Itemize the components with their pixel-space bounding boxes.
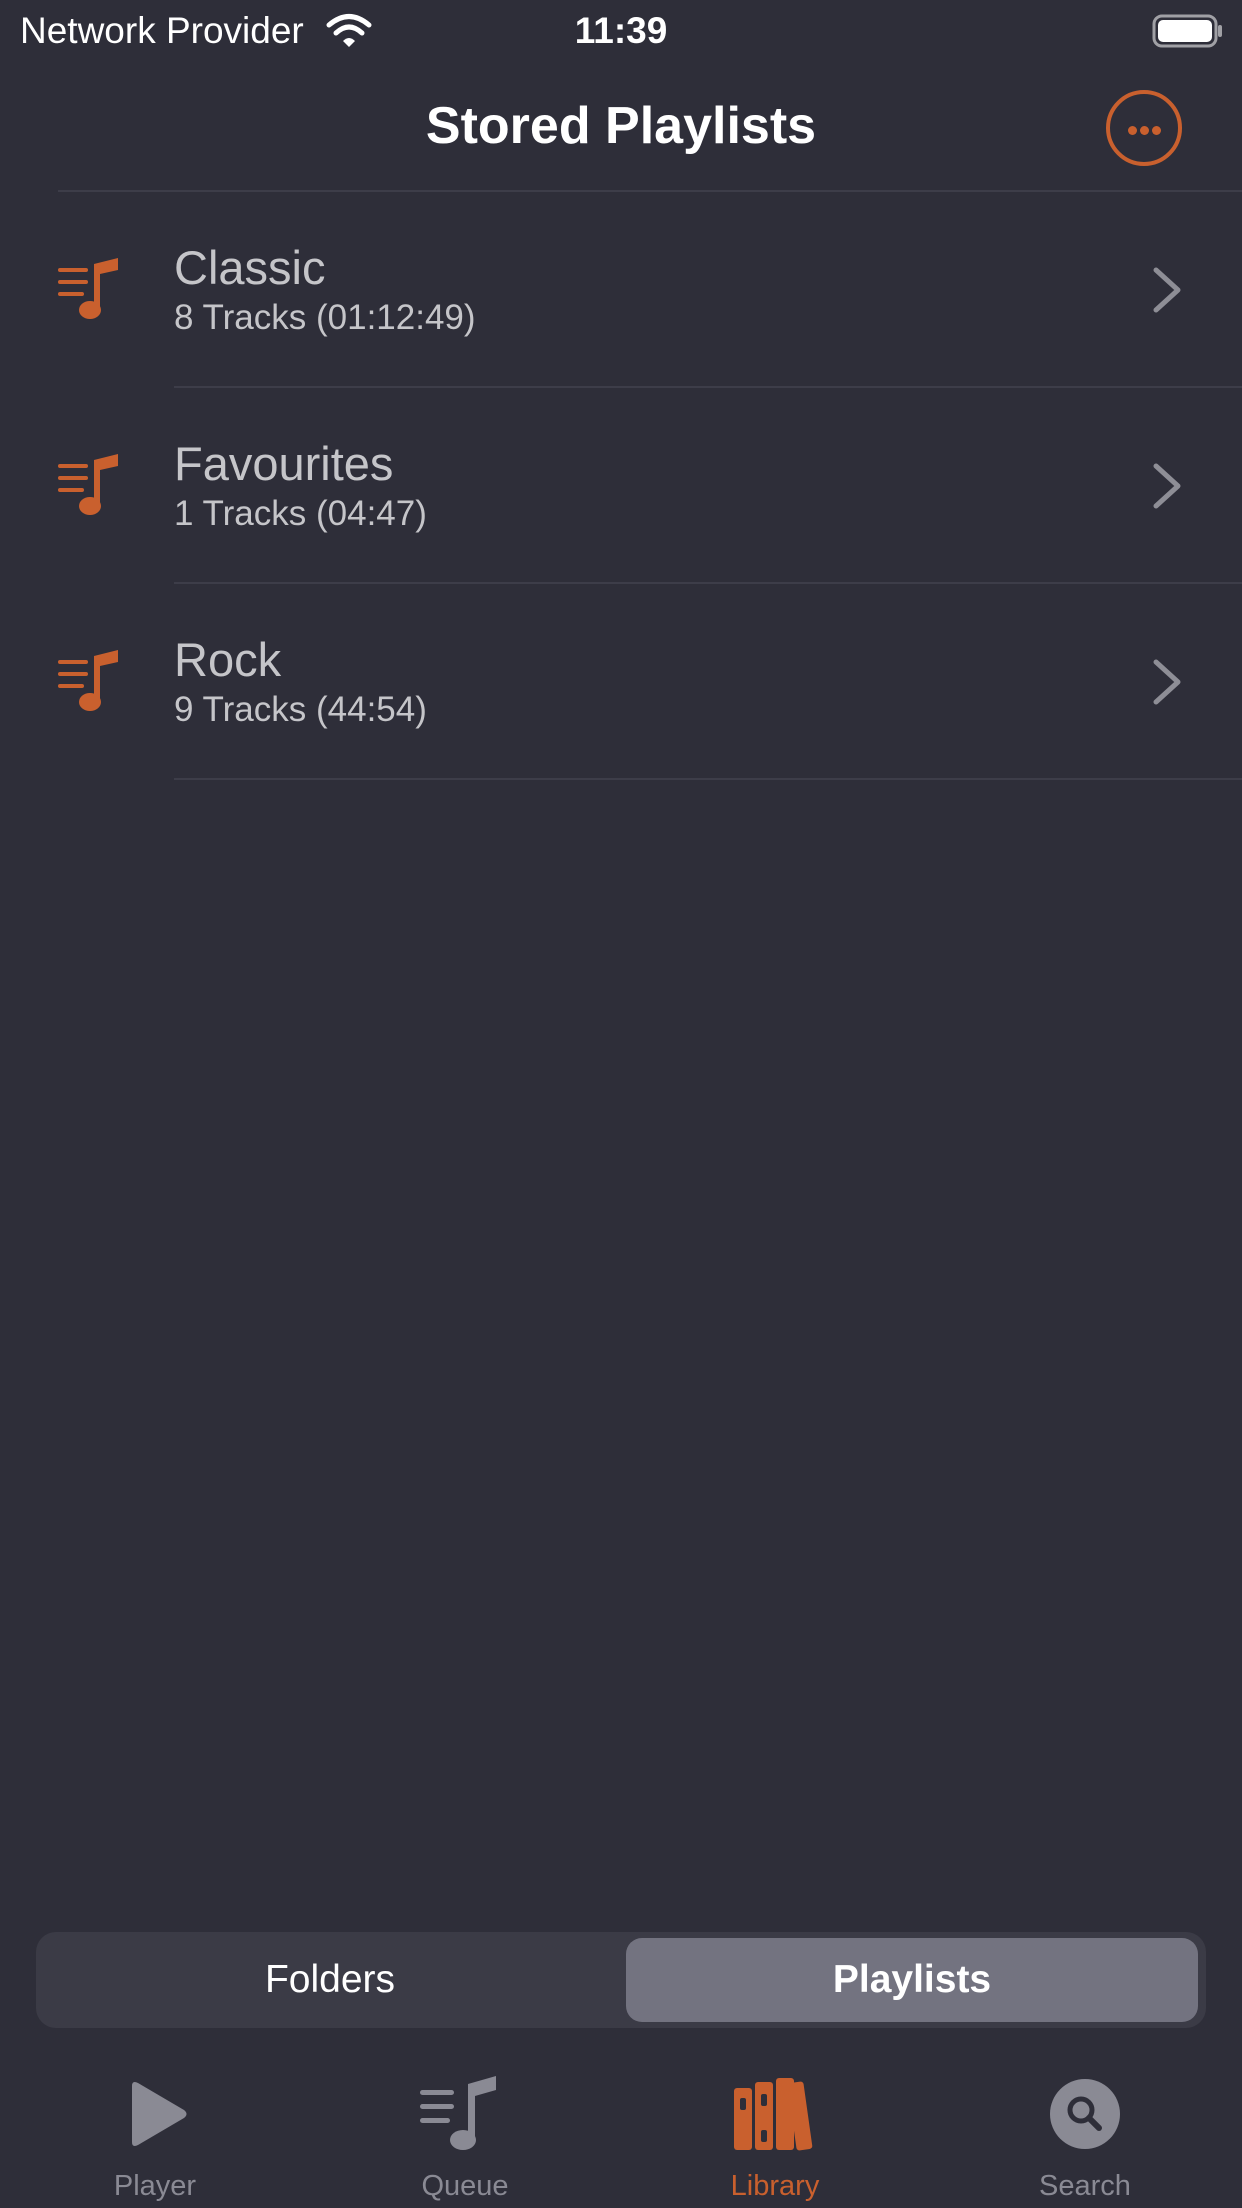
screen: Network Provider 11:39 Stored Playlists <box>0 0 1242 2208</box>
tab-player[interactable]: Player <box>0 2056 310 2208</box>
playlist-list: Classic 8 Tracks (01:12:49) Favourites 1… <box>0 192 1242 780</box>
row-divider <box>174 778 1242 780</box>
queue-icon <box>420 2076 496 2150</box>
library-segmented-control: Folders Playlists <box>36 1932 1206 2028</box>
more-options-button[interactable] <box>1106 90 1182 166</box>
play-icon <box>132 2082 187 2146</box>
chevron-right-icon <box>1153 659 1181 705</box>
chevron-right-icon <box>1153 267 1181 313</box>
playlist-title: Rock <box>174 633 282 686</box>
playlist-row-rock[interactable]: Rock 9 Tracks (44:54) <box>0 584 1242 780</box>
playlist-row-classic[interactable]: Classic 8 Tracks (01:12:49) <box>0 192 1242 388</box>
status-bar: Network Provider 11:39 <box>0 0 1242 64</box>
playlist-title: Favourites <box>174 437 394 490</box>
playlist-subtitle: 1 Tracks (04:47) <box>174 494 427 533</box>
battery-full-icon <box>1152 14 1222 48</box>
ellipsis-circle-icon <box>1128 126 1137 135</box>
playlist-music-icon <box>58 454 118 515</box>
tab-label: Queue <box>421 2170 509 2202</box>
playlist-subtitle: 9 Tracks (44:54) <box>174 690 427 729</box>
playlist-music-icon <box>58 258 118 319</box>
playlist-row-favourites[interactable]: Favourites 1 Tracks (04:47) <box>0 388 1242 584</box>
playlist-title: Classic <box>174 241 326 294</box>
page-title: Stored Playlists <box>425 97 817 155</box>
playlist-subtitle: 8 Tracks (01:12:49) <box>174 298 476 337</box>
search-icon <box>1050 2079 1120 2149</box>
segment-folders[interactable]: Folders <box>42 1938 618 2022</box>
tab-library[interactable]: Library <box>620 2056 930 2208</box>
tab-label: Player <box>113 2170 197 2202</box>
clock: 11:39 <box>574 10 668 51</box>
chevron-right-icon <box>1153 463 1181 509</box>
tab-label: Library <box>730 2170 820 2202</box>
tab-bar: Player Queue Library Search <box>0 2056 1242 2208</box>
ellipsis-dot <box>1152 126 1161 135</box>
ellipsis-dot <box>1140 126 1149 135</box>
segment-playlists[interactable]: Playlists <box>626 1938 1198 2022</box>
tab-label: Search <box>1039 2170 1131 2202</box>
library-books-icon <box>734 2078 813 2151</box>
playlist-music-icon <box>58 650 118 711</box>
tab-queue[interactable]: Queue <box>310 2056 620 2208</box>
tab-search[interactable]: Search <box>930 2056 1240 2208</box>
